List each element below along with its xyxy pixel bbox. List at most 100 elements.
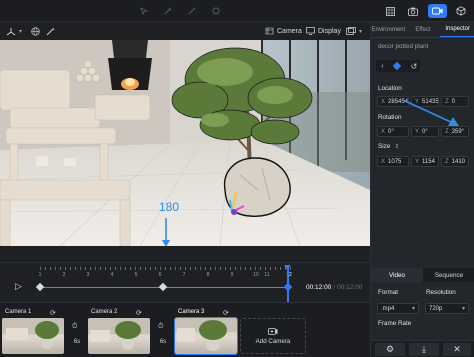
tab-effect[interactable]: Effect xyxy=(406,22,441,37)
size-z-field[interactable]: Z 1410 xyxy=(441,156,469,167)
play-icon[interactable]: ▷ xyxy=(15,281,22,292)
frame-rate-label: Frame Rate xyxy=(378,320,412,327)
tick-label: 3 xyxy=(86,272,90,278)
chevron-down-icon: ▾ xyxy=(461,306,465,312)
chevron-down-icon: ▾ xyxy=(19,28,23,35)
inspector-panel: Environment Effect Inspector decor potte… xyxy=(370,22,474,268)
object-name: decor potted plant xyxy=(378,43,429,50)
rotation-label: Rotation xyxy=(378,114,402,121)
display-menu-label: Display xyxy=(318,27,341,35)
keyframe-diamond-icon[interactable] xyxy=(158,282,168,292)
reset-icon[interactable]: ↺ xyxy=(408,60,420,72)
total-time: 00:12:00 xyxy=(337,284,363,291)
tick-label: 1 xyxy=(38,272,42,278)
globe-button[interactable] xyxy=(31,25,40,37)
camera-menu-label: Camera xyxy=(277,27,302,35)
cursor-icon[interactable] xyxy=(139,6,149,16)
clip-duration[interactable]: 6s xyxy=(157,339,169,345)
size-label: Size xyxy=(378,143,391,150)
annotation-arrow-icon xyxy=(402,99,459,126)
magic-wand-button[interactable] xyxy=(46,25,56,37)
sync-icon[interactable]: ⟳ xyxy=(136,309,142,317)
current-time: 00:12:00 xyxy=(306,284,332,291)
tick-label: 6 xyxy=(158,272,162,278)
resolution-value: 720p xyxy=(429,305,443,312)
add-camera-button[interactable]: Add Camera xyxy=(240,318,306,354)
size-y-field[interactable]: Y 1154 xyxy=(411,156,439,167)
resolution-select[interactable]: 720p ▾ xyxy=(425,303,469,314)
tick-label: 4 xyxy=(110,272,114,278)
close-icon[interactable]: ✕ xyxy=(443,343,471,356)
add-camera-icon xyxy=(268,328,278,335)
tab-inspector[interactable]: Inspector xyxy=(440,22,474,37)
export-panel: Video Sequence Format Resolution .mp4 ▾ … xyxy=(370,268,474,357)
scene-viewport[interactable]: 180 xyxy=(0,40,370,246)
camera-clips-bar: Camera 1 ⟳ ⏱ 6s Camera 2 ⟳ ⏱ 6s Camera 3… xyxy=(0,302,370,357)
size-label-row: Size ⇕ xyxy=(378,143,399,150)
tick-label: 8 xyxy=(206,272,210,278)
grid-icon[interactable] xyxy=(384,5,396,17)
camera-menu-button[interactable]: Camera xyxy=(265,25,302,37)
time-display: 00:12:00 / 00:12:00 xyxy=(306,284,362,291)
tab-video[interactable]: Video xyxy=(371,268,423,282)
tab-sequence[interactable]: Sequence xyxy=(423,268,474,282)
sync-icon[interactable]: ⟳ xyxy=(50,309,56,317)
chevron-down-icon: ▾ xyxy=(359,28,363,35)
clip-title: Camera 2 xyxy=(91,309,118,315)
link-icon[interactable]: ⇕ xyxy=(394,143,399,150)
axis-gizmo-button[interactable]: ▾ xyxy=(6,25,22,37)
tick-label: 9 xyxy=(230,272,234,278)
clip-duration[interactable]: 6s xyxy=(71,339,83,345)
resolution-label: Resolution xyxy=(426,289,456,296)
pen-icon[interactable] xyxy=(163,6,173,16)
format-value: .mp4 xyxy=(381,305,395,312)
cube-icon[interactable] xyxy=(455,5,467,17)
render-settings-button[interactable]: ▾ xyxy=(346,25,362,37)
clip-thumbnail xyxy=(88,318,150,354)
circle-icon[interactable] xyxy=(211,6,221,16)
tick-label: 7 xyxy=(182,272,186,278)
scene-render xyxy=(0,40,370,246)
viewport-toolbar: ▾ Camera Display ▾ xyxy=(0,22,370,40)
settings-icon[interactable]: ⚙ xyxy=(375,343,405,356)
add-camera-label: Add Camera xyxy=(255,338,291,345)
timeline: 1 2 3 4 5 6 7 8 9 10 11 12 ▷ 00:12:00 / … xyxy=(0,262,370,302)
clip-thumbnail xyxy=(174,317,238,355)
clip-thumbnail xyxy=(2,318,64,354)
size-x-field[interactable]: X 1075 xyxy=(377,156,409,167)
location-label: Location xyxy=(378,85,402,92)
sync-icon[interactable]: ⟳ xyxy=(223,309,229,317)
tick-label: 11 xyxy=(264,272,270,278)
tick-label: 2 xyxy=(62,272,66,278)
time-separator: / xyxy=(333,284,336,291)
clip-title: Camera 1 xyxy=(5,309,32,315)
tick-label: 12 xyxy=(286,272,292,278)
camera-clip-2[interactable]: Camera 2 ⟳ xyxy=(88,308,150,354)
keyframe-diamond-icon[interactable] xyxy=(392,61,402,71)
timeline-ruler xyxy=(40,267,292,270)
playhead[interactable] xyxy=(287,266,289,302)
annotation-arrow-icon xyxy=(162,218,170,246)
display-menu-button[interactable]: Display xyxy=(306,25,341,37)
top-toolbar xyxy=(0,0,474,22)
format-select[interactable]: .mp4 ▾ xyxy=(377,303,419,314)
video-camera-icon[interactable] xyxy=(428,4,447,18)
timer-icon: ⏱ xyxy=(72,323,78,330)
keyframe-diamond-icon[interactable] xyxy=(35,282,45,292)
clip-title: Camera 3 xyxy=(178,309,205,315)
camera-snapshot-icon[interactable] xyxy=(407,5,419,17)
camera-clip-1[interactable]: Camera 1 ⟳ xyxy=(2,308,64,354)
panel-tabs: Environment Effect Inspector xyxy=(371,22,474,38)
line-icon[interactable] xyxy=(187,6,197,16)
tick-label: 5 xyxy=(134,272,138,278)
export-footer: ⚙ ⤓ ✕ xyxy=(371,340,474,357)
camera-clip-3[interactable]: Camera 3 ⟳ xyxy=(174,308,238,355)
timer-icon: ⏱ xyxy=(158,323,164,330)
download-icon[interactable]: ⤓ xyxy=(409,343,439,356)
tick-label: 10 xyxy=(253,272,259,278)
chevron-down-icon: ▾ xyxy=(411,306,415,312)
format-label: Format xyxy=(378,289,398,296)
annotation-value: 180 xyxy=(159,200,180,214)
chevron-left-icon[interactable]: ‹ xyxy=(381,63,383,70)
tab-environment[interactable]: Environment xyxy=(371,22,406,37)
